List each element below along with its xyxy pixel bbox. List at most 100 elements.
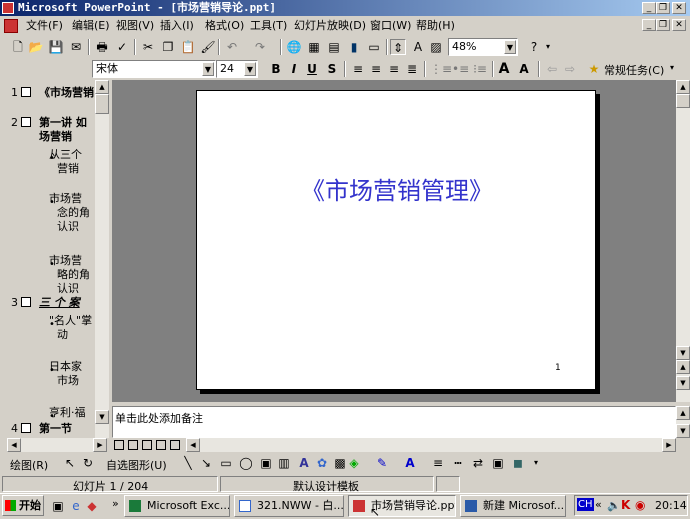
fill-color-icon[interactable]: ◈ — [346, 455, 362, 471]
menu-help[interactable]: 帮助(H) — [416, 18, 455, 34]
outline-title[interactable]: 《市场营销 — [39, 86, 94, 100]
notes-pane[interactable]: 单击此处添加备注 — [112, 406, 676, 438]
scroll-down-button[interactable]: ▼ — [95, 410, 109, 424]
tables-borders-icon[interactable]: ▦ — [306, 39, 322, 55]
design-star-icon[interactable]: ★ — [586, 61, 602, 77]
normal-view-icon[interactable] — [114, 440, 124, 450]
align-right-icon[interactable]: ≡ — [386, 61, 402, 77]
bullets-icon[interactable]: ⁝≡ — [472, 61, 488, 77]
insert-table-icon[interactable]: ▤ — [326, 39, 342, 55]
slideshow-view-icon[interactable] — [170, 440, 180, 450]
expand-all-icon[interactable]: ⇕ — [390, 39, 406, 55]
doc-minimize-button[interactable]: _ — [642, 19, 656, 31]
slide-title[interactable]: 《市场营销管理》 — [197, 171, 597, 206]
line-icon[interactable]: ╲ — [180, 455, 196, 471]
previous-slide-button[interactable]: ▲ — [676, 360, 690, 374]
new-icon[interactable]: 🗋 — [10, 39, 26, 55]
minimize-button[interactable]: _ — [642, 2, 656, 14]
cut-icon[interactable]: ✂ — [140, 39, 156, 55]
outline-bullet[interactable]: 念的角 — [57, 206, 90, 220]
menu-view[interactable]: 视图(V) — [116, 18, 154, 34]
textbox-icon[interactable]: ▣ — [258, 455, 274, 471]
outline-bullet[interactable]: "名人"掌 — [49, 314, 92, 328]
doc-close-button[interactable]: ✕ — [672, 19, 686, 31]
k-icon[interactable]: K — [621, 498, 630, 512]
spelling-icon[interactable]: ✓ — [114, 39, 130, 55]
menu-format[interactable]: 格式(O) — [205, 18, 244, 34]
menu-edit[interactable]: 编辑(E) — [72, 18, 110, 34]
decrease-font-icon[interactable]: A — [516, 61, 532, 77]
task-excel[interactable]: Microsoft Exc... — [124, 495, 230, 517]
toolbar-options-icon[interactable]: ▾ — [528, 455, 544, 471]
shadow-button[interactable]: S — [324, 61, 340, 77]
new-slide-icon[interactable]: ▭ — [366, 39, 382, 55]
menu-tools[interactable]: 工具(T) — [250, 18, 287, 34]
autoshapes-menu[interactable]: 自选图形(U) — [106, 457, 167, 473]
antivirus-icon[interactable]: ◉ — [635, 498, 645, 512]
grayscale-icon[interactable]: ▨ — [428, 39, 444, 55]
outline-title[interactable]: 三 个 案 — [39, 296, 80, 310]
justify-icon[interactable]: ≣ — [404, 61, 420, 77]
draw-menu[interactable]: 绘图(R) — [10, 457, 48, 473]
slide-view-icon[interactable] — [142, 440, 152, 450]
ime-indicator[interactable]: CH — [577, 498, 594, 511]
menu-slideshow[interactable]: 幻灯片放映(D) — [294, 18, 366, 34]
font-name-select[interactable]: 宋体 ▼ — [92, 60, 216, 78]
font-color-icon[interactable]: A — [402, 455, 418, 471]
print-icon[interactable]: 🖶 — [94, 39, 110, 55]
scroll-thumb[interactable] — [676, 94, 690, 108]
save-icon[interactable]: 💾 — [48, 39, 64, 55]
wordart-icon[interactable]: A — [296, 455, 312, 471]
chevron-down-icon[interactable]: ▼ — [202, 62, 214, 76]
outline-bullet[interactable]: 认识 — [57, 220, 79, 234]
free-rotate-icon[interactable]: ↻ — [80, 455, 96, 471]
start-button[interactable]: 开始 — [2, 495, 44, 516]
task-notepad[interactable]: 321.NWW - 白... — [234, 495, 344, 517]
outlook-icon[interactable]: ◆ — [84, 498, 100, 514]
chevron-down-icon[interactable]: ▼ — [244, 62, 256, 76]
paste-icon[interactable]: 📋 — [180, 39, 196, 55]
desktop-icon[interactable]: ▣ — [50, 498, 66, 514]
align-center-icon[interactable]: ≡ — [368, 61, 384, 77]
scroll-thumb[interactable] — [95, 94, 109, 114]
chevron-down-icon[interactable]: ▼ — [504, 40, 516, 54]
sorter-view-icon[interactable] — [156, 440, 166, 450]
outline-pane[interactable]: 1 《市场营销 2 第一讲 如 场营销 从三个 营销 市场营 念的角 认识 市场… — [7, 80, 107, 438]
doc-icon[interactable] — [4, 19, 18, 33]
scroll-left-button[interactable]: ◀ — [186, 438, 200, 452]
outline-hscroll[interactable]: ◀ ▶ — [7, 438, 107, 452]
slide-scrollbar[interactable]: ▲ ▼ ▲ ▼ — [676, 80, 690, 402]
scroll-left-button[interactable]: ◀ — [7, 438, 21, 452]
bullets-icon[interactable]: •≡ — [452, 61, 469, 77]
notes-scrollbar[interactable]: ▲ ▼ — [676, 406, 690, 438]
oval-icon[interactable]: ◯ — [238, 455, 254, 471]
line-color-icon[interactable]: ✎ — [374, 455, 390, 471]
open-icon[interactable]: 📂 — [28, 39, 44, 55]
scroll-right-button[interactable]: ▶ — [93, 438, 107, 452]
toolbar-options-icon[interactable]: ▾ — [540, 39, 556, 55]
speaker-icon[interactable]: 🔈 — [607, 499, 621, 512]
hyperlink-icon[interactable]: 🌐 — [286, 39, 302, 55]
increase-font-icon[interactable]: A — [496, 61, 512, 77]
format-painter-icon[interactable]: 🖌 — [200, 39, 216, 55]
ie-icon[interactable]: e — [68, 498, 84, 514]
outline-bullet[interactable]: 认识 — [57, 282, 79, 296]
outline-bullet[interactable]: 动 — [57, 328, 68, 342]
scroll-up-button[interactable]: ▲ — [95, 80, 109, 94]
outline-bullet[interactable]: 市场 — [57, 374, 79, 388]
arrow-icon[interactable]: ↘ — [198, 455, 214, 471]
close-button[interactable]: ✕ — [672, 2, 686, 14]
arrow-style-icon[interactable]: ⇄ — [470, 455, 486, 471]
outline-title[interactable]: 第一节 — [39, 422, 72, 436]
promote-icon[interactable]: ⇦ — [544, 61, 560, 77]
underline-button[interactable]: U — [304, 61, 320, 77]
rectangle-icon[interactable]: ▭ — [218, 455, 234, 471]
clipart-icon[interactable]: ✿ — [314, 455, 330, 471]
scroll-right-button[interactable]: ▶ — [662, 438, 676, 452]
bold-button[interactable]: B — [268, 61, 284, 77]
task-word[interactable]: 新建 Microsof... — [460, 495, 566, 517]
demote-icon[interactable]: ⇨ — [562, 61, 578, 77]
outline-view-icon[interactable] — [128, 440, 138, 450]
restore-button[interactable]: ❐ — [656, 2, 670, 14]
menu-file[interactable]: 文件(F) — [26, 18, 63, 34]
